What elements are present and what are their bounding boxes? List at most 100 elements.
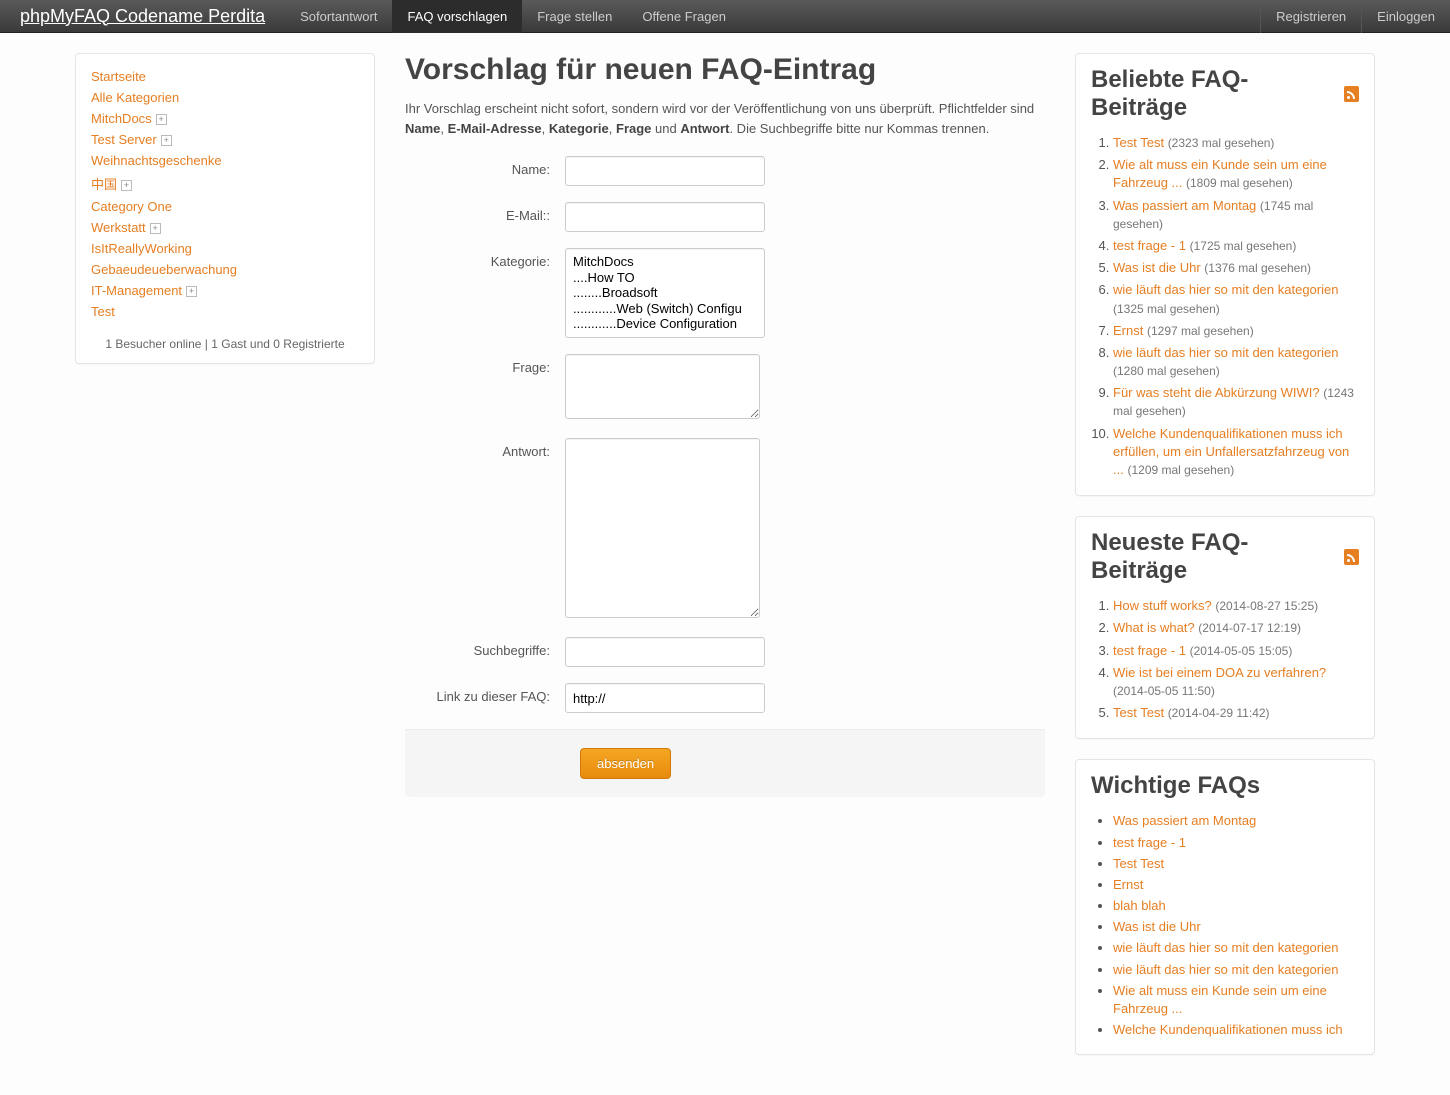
email-input[interactable] (565, 202, 765, 232)
faq-link[interactable]: Test Test (1113, 135, 1164, 150)
category-link[interactable]: Category One (91, 199, 172, 214)
faq-link[interactable]: test frage - 1 (1113, 835, 1186, 850)
faq-link[interactable]: Wie ist bei einem DOA zu verfahren? (1113, 665, 1326, 680)
category-option[interactable]: ....How TO (573, 270, 757, 286)
rss-icon[interactable] (1344, 86, 1359, 102)
category-select[interactable]: MitchDocs....How TO........Broadsoft....… (565, 248, 765, 338)
expand-icon[interactable]: + (161, 135, 172, 146)
category-link[interactable]: Gebaeudeueberwachung (91, 262, 237, 277)
faq-meta: (2014-08-27 15:25) (1215, 599, 1318, 613)
faq-link[interactable]: wie läuft das hier so mit den kategorien (1113, 962, 1338, 977)
faq-link[interactable]: Was passiert am Montag (1113, 198, 1256, 213)
faq-link[interactable]: Was ist die Uhr (1113, 260, 1201, 275)
category-link[interactable]: MitchDocs (91, 111, 152, 126)
faq-link[interactable]: wie läuft das hier so mit den kategorien (1113, 940, 1338, 955)
category-item: Test Server + (91, 129, 359, 150)
popular-panel: Beliebte FAQ-Beiträge Test Test (2323 ma… (1075, 53, 1375, 496)
faq-link[interactable]: Ernst (1113, 323, 1143, 338)
category-item: IsItReallyWorking (91, 238, 359, 259)
list-item: test frage - 1 (1113, 834, 1359, 852)
faq-link[interactable]: What is what? (1113, 620, 1195, 635)
list-item: Wie alt muss ein Kunde sein um eine Fahr… (1113, 156, 1359, 192)
faq-meta: (2014-05-05 15:05) (1190, 644, 1293, 658)
faq-link[interactable]: Was passiert am Montag (1113, 813, 1256, 828)
expand-icon[interactable]: + (121, 180, 132, 191)
list-item: test frage - 1 (2014-05-05 15:05) (1113, 642, 1359, 660)
category-link[interactable]: IsItReallyWorking (91, 241, 192, 256)
category-panel: StartseiteAlle KategorienMitchDocs+Test … (75, 53, 375, 364)
list-item: Was ist die Uhr (1113, 918, 1359, 936)
list-item: Für was steht die Abkürzung WIWI? (1243 … (1113, 384, 1359, 420)
faq-link[interactable]: Test Test (1113, 705, 1164, 720)
answer-textarea[interactable] (565, 438, 760, 618)
faq-link[interactable]: Welche Kundenqualifikationen muss ich (1113, 1022, 1343, 1037)
faq-link[interactable]: Test Test (1113, 856, 1164, 871)
category-link[interactable]: 中国 (91, 177, 117, 192)
category-item: Werkstatt + (91, 217, 359, 238)
rss-icon[interactable] (1344, 549, 1359, 565)
faq-meta: (1725 mal gesehen) (1190, 239, 1297, 253)
important-list: Was passiert am Montag test frage - 1 Test… (1091, 812, 1359, 1039)
expand-icon[interactable]: + (156, 114, 167, 125)
link-input[interactable] (565, 683, 765, 713)
page-title: Vorschlag für neuen FAQ-Eintrag (405, 53, 1045, 87)
category-option[interactable]: MitchDocs (573, 254, 757, 270)
category-link[interactable]: Alle Kategorien (91, 90, 179, 105)
faq-meta: (1325 mal gesehen) (1113, 302, 1220, 316)
category-option[interactable]: ............Web (Switch) Configu (573, 301, 757, 317)
faq-link[interactable]: blah blah (1113, 898, 1166, 913)
faq-link[interactable]: wie läuft das hier so mit den kategorien (1113, 345, 1338, 360)
expand-icon[interactable]: + (186, 286, 197, 297)
category-link[interactable]: IT-Management (91, 283, 182, 298)
important-panel: Wichtige FAQs Was passiert am Montagtest… (1075, 759, 1375, 1055)
nav-item[interactable]: FAQ vorschlagen (392, 0, 522, 33)
faq-link[interactable]: Ernst (1113, 877, 1143, 892)
nav-item[interactable]: Offene Fragen (627, 0, 741, 33)
category-link[interactable]: Weihnachtsgeschenke (91, 153, 222, 168)
list-item: Was passiert am Montag (1745 mal gesehen… (1113, 197, 1359, 233)
faq-link[interactable]: Was ist die Uhr (1113, 919, 1201, 934)
nav-main: SofortantwortFAQ vorschlagenFrage stelle… (285, 0, 741, 32)
newest-title-text: Neueste FAQ-Beiträge (1091, 529, 1336, 585)
popular-list: Test Test (2323 mal gesehen)Wie alt muss… (1091, 134, 1359, 479)
list-item: Welche Kundenqualifikationen muss ich (1113, 1021, 1359, 1039)
list-item: How stuff works? (2014-08-27 15:25) (1113, 597, 1359, 615)
name-label: Name: (405, 156, 565, 177)
faq-link[interactable]: How stuff works? (1113, 598, 1212, 613)
category-item: Gebaeudeueberwachung (91, 259, 359, 280)
category-item: Startseite (91, 66, 359, 87)
brand-link[interactable]: phpMyFAQ Codename Perdita (0, 0, 285, 32)
list-item: Test Test (1113, 855, 1359, 873)
list-item: wie läuft das hier so mit den kategorien… (1113, 281, 1359, 317)
list-item: Was passiert am Montag (1113, 812, 1359, 830)
category-link[interactable]: Werkstatt (91, 220, 146, 235)
email-label: E-Mail:: (405, 202, 565, 223)
intro-text: Ihr Vorschlag erscheint nicht sofort, so… (405, 99, 1045, 138)
faq-link[interactable]: Für was steht die Abkürzung WIWI? (1113, 385, 1320, 400)
keywords-input[interactable] (565, 637, 765, 667)
newest-list: How stuff works? (2014-08-27 15:25) What … (1091, 597, 1359, 722)
question-textarea[interactable] (565, 354, 760, 419)
nav-item[interactable]: Sofortantwort (285, 0, 392, 33)
nav-item[interactable]: Einloggen (1361, 0, 1450, 33)
newest-heading: Neueste FAQ-Beiträge (1091, 529, 1359, 585)
category-option[interactable]: ........Broadsoft (573, 285, 757, 301)
expand-icon[interactable]: + (150, 223, 161, 234)
nav-right: RegistrierenEinloggen (1260, 0, 1450, 32)
list-item: Welche Kundenqualifikationen muss ich er… (1113, 425, 1359, 480)
question-label: Frage: (405, 354, 565, 375)
nav-item[interactable]: Registrieren (1260, 0, 1361, 33)
category-link[interactable]: Startseite (91, 69, 146, 84)
category-link[interactable]: Test Server (91, 132, 157, 147)
name-input[interactable] (565, 156, 765, 186)
visitor-info: 1 Besucher online | 1 Gast und 0 Registr… (91, 332, 359, 351)
popular-heading: Beliebte FAQ-Beiträge (1091, 66, 1359, 122)
list-item: Ernst (1297 mal gesehen) (1113, 322, 1359, 340)
submit-button[interactable]: absenden (580, 748, 671, 779)
category-option[interactable]: ............Device Configuration (573, 316, 757, 332)
nav-item[interactable]: Frage stellen (522, 0, 627, 33)
faq-link[interactable]: test frage - 1 (1113, 643, 1186, 658)
category-link[interactable]: Test (91, 304, 115, 319)
faq-link[interactable]: wie läuft das hier so mit den kategorien (1113, 282, 1338, 297)
faq-link[interactable]: test frage - 1 (1113, 238, 1186, 253)
